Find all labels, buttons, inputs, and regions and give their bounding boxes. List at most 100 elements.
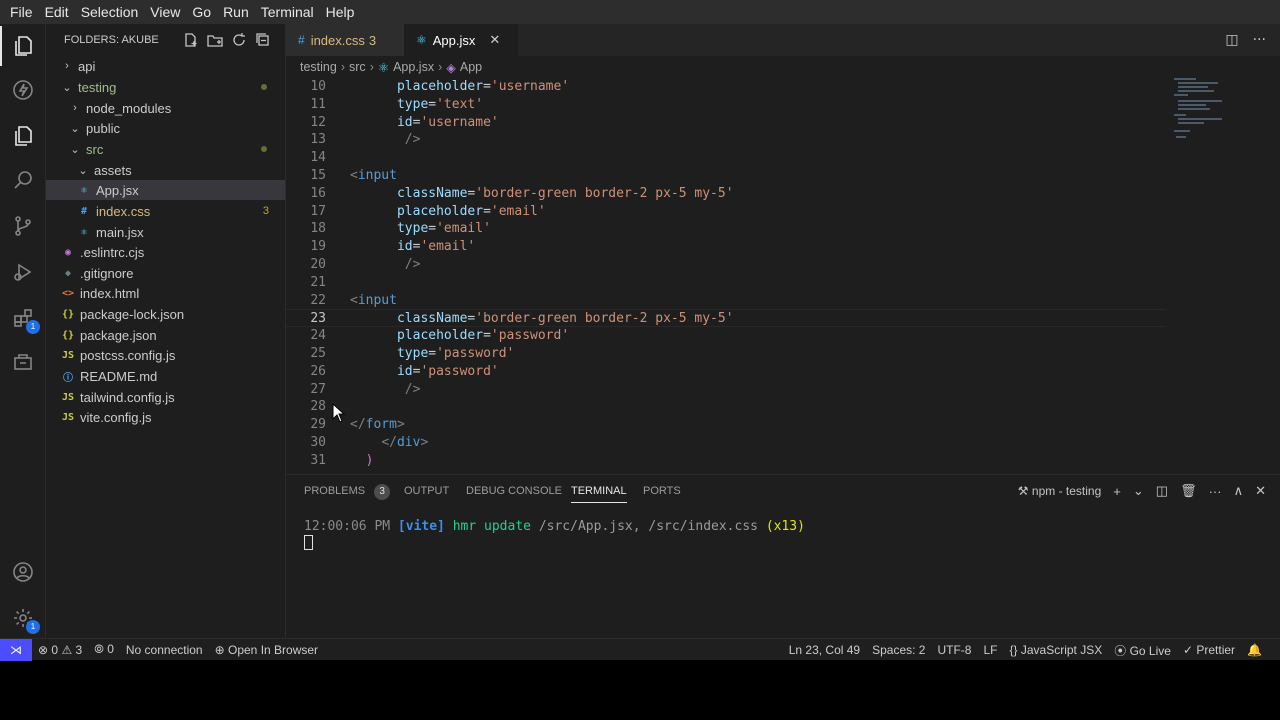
open-in-browser-button[interactable]: ⊕ Open In Browser [209, 643, 324, 657]
tree-item-label: main.jsx [96, 224, 144, 240]
tab-problem-count: 3 [368, 32, 377, 48]
chevron-down-icon: ⌄ [70, 122, 80, 135]
tab-app-jsx[interactable]: ⚛ App.jsx ✕ [404, 24, 518, 56]
search-icon[interactable] [0, 160, 46, 200]
more-actions-icon[interactable]: ··· [1209, 484, 1222, 499]
close-icon[interactable]: ✕ [1255, 483, 1266, 499]
files-icon[interactable] [0, 116, 46, 156]
split-terminal-icon[interactable]: ◫ [1156, 483, 1168, 499]
file-item[interactable]: ◉ .eslintrc.cjs [46, 242, 285, 262]
run-debug-icon[interactable] [0, 252, 46, 292]
lightning-icon[interactable] [0, 70, 46, 110]
file-item[interactable]: # index.css 3 [46, 201, 285, 221]
tab-output[interactable]: OUTPUT [404, 483, 449, 503]
menu-selection[interactable]: Selection [75, 0, 145, 24]
menu-help[interactable]: Help [320, 0, 361, 24]
folder-item[interactable]: ⌄ public [46, 118, 285, 138]
breadcrumb-item[interactable]: App [460, 60, 482, 74]
indentation[interactable]: Spaces: 2 [866, 643, 931, 657]
folder-item[interactable]: ⌄ src [46, 139, 285, 159]
check-icon: ✓ [1182, 643, 1194, 657]
end-of-line[interactable]: LF [977, 643, 1003, 657]
code-text: id='email' [396, 239, 476, 255]
line-number: 11 [310, 96, 326, 112]
file-item[interactable]: {} package-lock.json [46, 304, 285, 324]
close-icon[interactable]: ✕ [489, 32, 500, 48]
tab-debug-console[interactable]: DEBUG CONSOLE [466, 483, 562, 503]
code-text: placeholder='password' [396, 328, 570, 344]
menu-edit[interactable]: Edit [39, 0, 75, 24]
folder-item[interactable]: › api [46, 56, 285, 76]
split-editor-icon[interactable]: ◫ [1225, 32, 1238, 48]
new-file-icon[interactable] [183, 32, 199, 48]
menu-run[interactable]: Run [217, 0, 255, 24]
chevron-down-icon[interactable]: ⌄ [1133, 483, 1144, 499]
add-terminal-icon[interactable]: + [1113, 484, 1121, 499]
menu-view[interactable]: View [144, 0, 186, 24]
tab-index-css[interactable]: # index.css 3 [286, 24, 404, 56]
line-number: 28 [310, 399, 326, 415]
file-type-icon: {} [61, 329, 75, 341]
maximize-panel-icon[interactable]: ∧ [1234, 483, 1244, 499]
file-item[interactable]: JS postcss.config.js [46, 345, 285, 365]
chevron-right-icon: › [369, 60, 374, 74]
code-text: id='password' [396, 363, 499, 379]
file-type-icon: JS [61, 411, 75, 423]
file-item[interactable]: ⚛ main.jsx [46, 222, 285, 242]
menu-file[interactable]: File [4, 0, 39, 24]
prettier-status[interactable]: ✓ Prettier [1177, 643, 1241, 657]
code-line: 24 placeholder='password' [286, 327, 1166, 345]
collapse-all-icon[interactable] [255, 32, 271, 48]
more-actions-icon[interactable]: ··· [1253, 32, 1266, 48]
file-item[interactable]: ⚛ App.jsx [46, 180, 285, 200]
explorer-title: FOLDERS: AKUBE [64, 34, 159, 46]
breadcrumb-item[interactable]: App.jsx [393, 60, 434, 74]
file-item[interactable]: ⓘ README.md [46, 366, 285, 386]
menu-terminal[interactable]: Terminal [255, 0, 320, 24]
gear-icon[interactable]: 1 [0, 598, 46, 638]
extensions-badge: 1 [26, 320, 40, 334]
remote-indicator-icon[interactable]: ⋊ [0, 638, 32, 661]
bell-icon[interactable]: 🔔 [1241, 643, 1268, 657]
folder-item[interactable]: ⌄ assets [46, 160, 285, 180]
remote-explorer-icon[interactable] [0, 342, 46, 382]
folder-item[interactable]: › node_modules [46, 98, 285, 118]
code-line: 17 placeholder='email' [286, 203, 1166, 221]
explorer-icon[interactable] [0, 26, 46, 66]
file-type-icon: ⓘ [63, 372, 73, 384]
problems-status[interactable]: ⊗ 0 ⚠ 3 [32, 643, 88, 657]
breadcrumb-item[interactable]: testing [300, 60, 337, 74]
folder-item[interactable]: ⌄ testing [46, 77, 285, 97]
trash-icon[interactable]: 🗑 [1180, 483, 1197, 499]
file-item[interactable]: <> index.html [46, 283, 285, 303]
tab-label: PROBLEMS [304, 485, 366, 497]
menu-go[interactable]: Go [186, 0, 217, 24]
connection-status[interactable]: No connection [120, 643, 209, 657]
breadcrumb-item[interactable]: src [349, 60, 366, 74]
account-icon[interactable] [0, 552, 46, 592]
code-text: className='border-green border-2 px-5 my… [396, 185, 734, 201]
tab-terminal[interactable]: TERMINAL [571, 483, 627, 503]
encoding[interactable]: UTF-8 [931, 643, 977, 657]
tab-problems[interactable]: PROBLEMS 3 [304, 483, 391, 503]
file-item[interactable]: JS vite.config.js [46, 407, 285, 427]
terminal-selector[interactable]: ⚒ npm - testing [1018, 484, 1101, 498]
tab-ports[interactable]: PORTS [643, 483, 681, 503]
tree-item-label: tailwind.config.js [80, 389, 175, 405]
file-item[interactable]: ◆ .gitignore [46, 263, 285, 283]
code-editor[interactable]: 10 placeholder='username' 11 type='text' 1… [286, 78, 1166, 474]
minimap[interactable] [1170, 76, 1230, 146]
go-live-button[interactable]: ⦿ Go Live [1108, 642, 1177, 659]
file-item[interactable]: JS tailwind.config.js [46, 387, 285, 407]
extensions-icon[interactable]: 1 [0, 298, 46, 338]
line-number: 21 [310, 274, 326, 290]
source-control-icon[interactable] [0, 206, 46, 246]
refresh-icon[interactable] [231, 32, 247, 48]
new-folder-icon[interactable] [207, 32, 223, 48]
file-item[interactable]: {} package.json [46, 325, 285, 345]
terminal-cursor[interactable] [304, 535, 313, 550]
file-type-icon: ⚛ [80, 226, 88, 238]
language-mode[interactable]: {} JavaScript JSX [1004, 643, 1109, 657]
ports-status[interactable]: ⦾ 0 [88, 642, 120, 657]
cursor-position[interactable]: Ln 23, Col 49 [783, 643, 866, 657]
